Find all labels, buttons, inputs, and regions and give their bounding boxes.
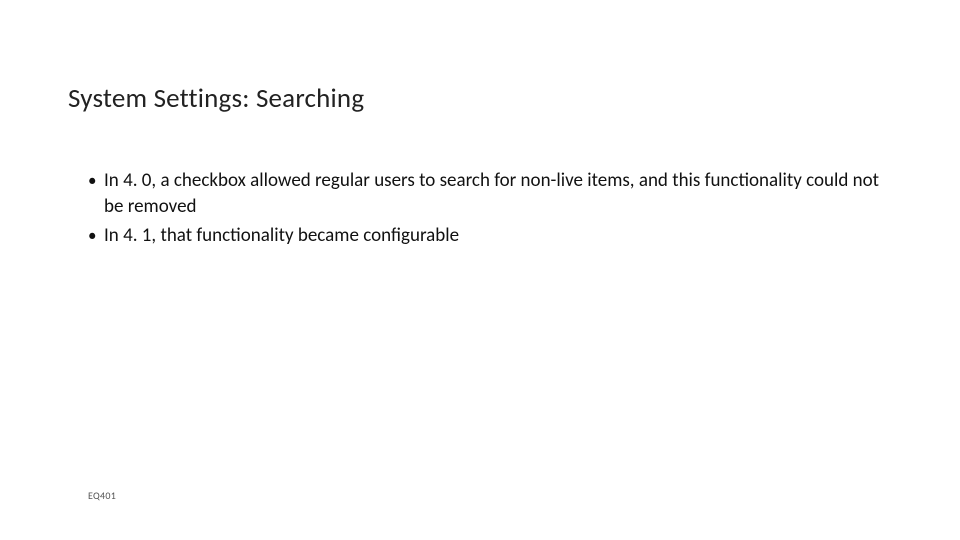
slide: System Settings: Searching • In 4. 0, a … [0,0,960,540]
slide-title: System Settings: Searching [68,82,364,115]
bullet-item: • In 4. 0, a checkbox allowed regular us… [88,168,880,219]
slide-body: • In 4. 0, a checkbox allowed regular us… [88,168,880,253]
bullet-text: In 4. 0, a checkbox allowed regular user… [104,168,880,219]
bullet-item: • In 4. 1, that functionality became con… [88,223,880,249]
bullet-icon: • [88,168,104,194]
footer-code: EQ401 [88,489,116,502]
bullet-text: In 4. 1, that functionality became confi… [104,223,880,249]
bullet-icon: • [88,223,104,249]
